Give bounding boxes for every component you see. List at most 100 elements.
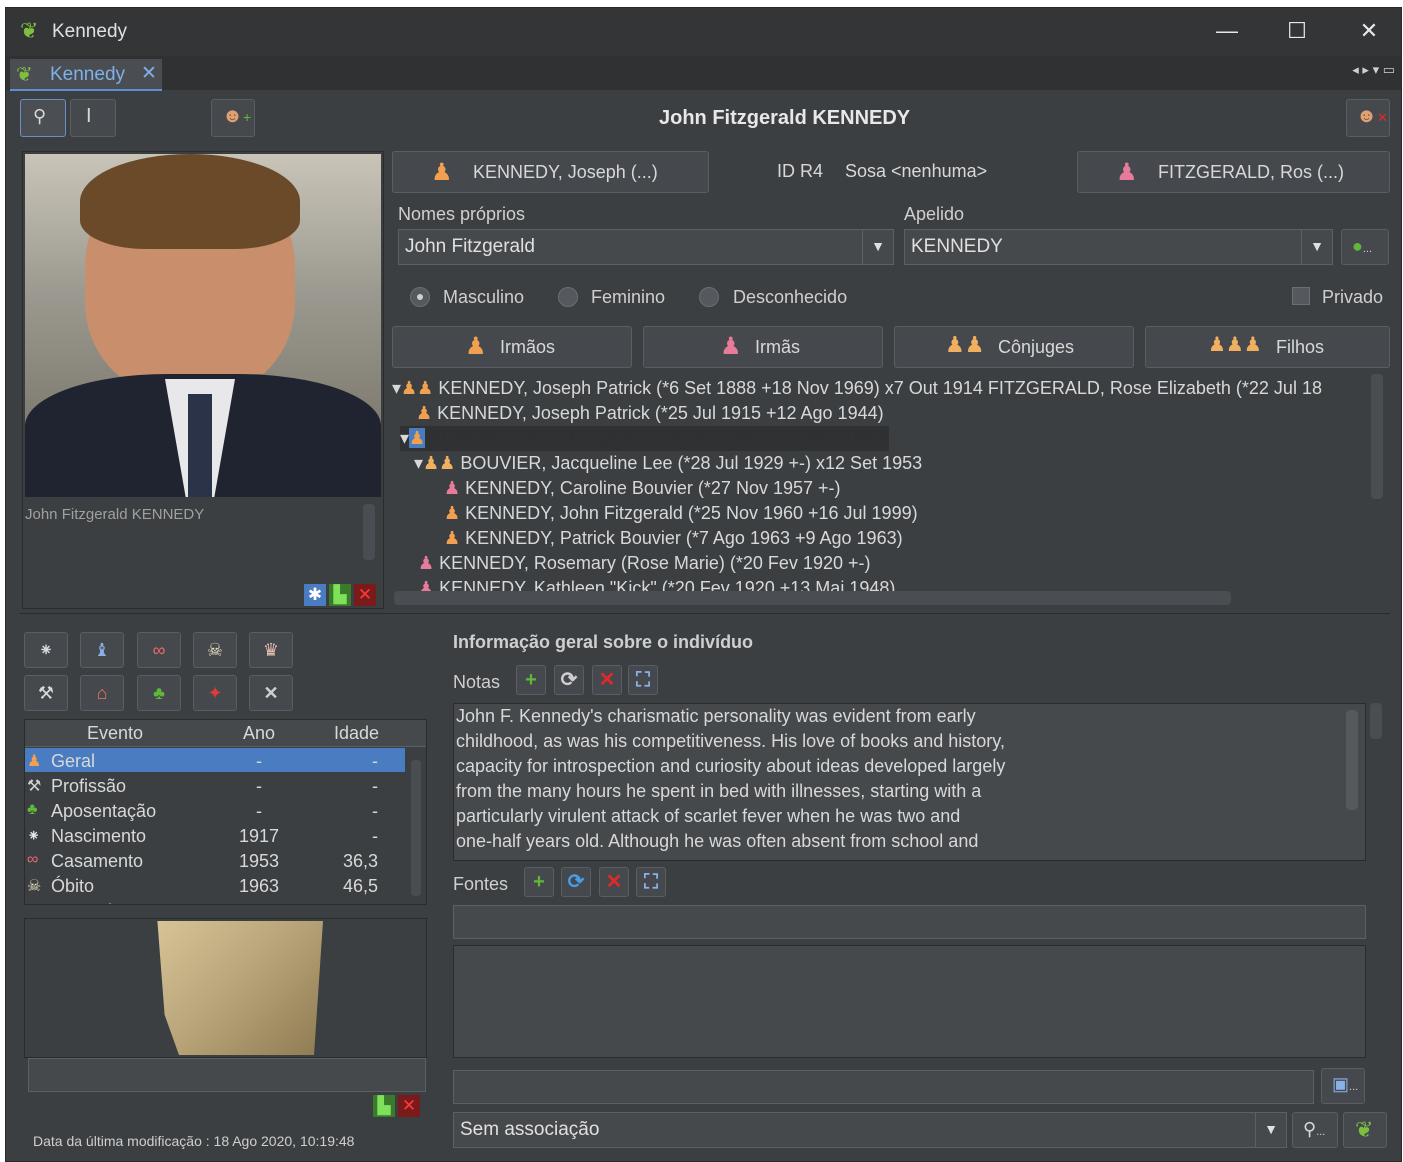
association-link-button[interactable]: ⚲... xyxy=(1292,1112,1338,1148)
table-row[interactable]: ♟ Geral - - xyxy=(25,750,405,775)
collapse-icon[interactable]: ▾ xyxy=(392,378,401,398)
column-event[interactable]: Evento xyxy=(87,723,143,744)
source-text-area[interactable] xyxy=(453,945,1366,1058)
tab-kennedy[interactable]: ❦ Kennedy ✕ xyxy=(10,59,162,91)
delete-source-button[interactable]: ✕ xyxy=(599,867,629,897)
event-name: Nascimento xyxy=(51,826,147,846)
mother-button[interactable]: ♟ FITZGERALD, Ros (...) xyxy=(1077,151,1390,193)
delete-document-icon[interactable]: ✕ xyxy=(398,1095,420,1117)
portrait-photo[interactable] xyxy=(25,154,381,497)
table-row[interactable]: ✝ Funeral 1963 46,5 xyxy=(25,900,405,904)
delete-note-button[interactable]: ✕ xyxy=(592,665,622,695)
tree-view-button[interactable]: ❦ xyxy=(1343,1112,1387,1148)
surname-field[interactable]: KENNEDY ▼ xyxy=(904,229,1333,265)
tree-icon: ❦ xyxy=(16,64,33,86)
link-media-icon[interactable]: ▙ xyxy=(329,584,351,606)
spouses-button[interactable]: ♟♟ Cônjuges xyxy=(894,326,1134,368)
events-scrollbar[interactable] xyxy=(411,760,421,896)
couple-icon: ♟♟ xyxy=(401,378,434,398)
notes-text[interactable]: John F. Kennedy's charismatic personalit… xyxy=(456,704,1005,855)
search-surname-button[interactable]: ●... xyxy=(1341,229,1389,265)
table-row[interactable]: ♣ Aposentação - - xyxy=(25,800,405,825)
expand-note-button[interactable]: ⛶ xyxy=(628,665,658,695)
tree-row[interactable]: ♟ KENNEDY, Joseph Patrick (*25 Jul 1915 … xyxy=(416,401,884,426)
add-event-button[interactable]: ✦ xyxy=(193,675,237,711)
tree-row-selected[interactable]: ▾♟ KENNEDY, John Fitzgerald (*29 Mai 191… xyxy=(400,426,889,451)
splitter-handle[interactable] xyxy=(20,613,1390,622)
add-media-icon[interactable]: ✱ xyxy=(304,584,326,606)
brothers-button[interactable]: ♟ Irmãos xyxy=(392,326,632,368)
notes-area[interactable]: John F. Kennedy's charismatic personalit… xyxy=(453,703,1366,861)
delete-media-icon[interactable]: ✕ xyxy=(354,584,376,606)
source-title-field[interactable] xyxy=(453,905,1366,939)
tool-icon: ⚒ xyxy=(37,683,55,703)
unknown-radio[interactable] xyxy=(699,287,719,307)
document-image[interactable] xyxy=(157,921,323,1055)
view-menu-icon[interactable]: ◂ ▸ ▾ ▭ xyxy=(1352,62,1395,78)
table-row[interactable]: ☠ Óbito 1963 46,5 xyxy=(25,875,405,900)
table-row[interactable]: ⚒ Profissão - - xyxy=(25,775,405,800)
event-name: Funeral xyxy=(51,901,112,904)
refresh-source-button[interactable]: ⟳ xyxy=(561,867,591,897)
event-age: - xyxy=(372,776,378,796)
tree-row[interactable]: ♟ KENNEDY, Rosemary (Rose Marie) (*20 Fe… xyxy=(418,551,870,576)
surname-label: Apelido xyxy=(904,204,965,224)
link-mode-button[interactable]: ⚲ xyxy=(20,99,66,137)
tree-row[interactable]: ♟ KENNEDY, Caroline Bouvier (*27 Nov 195… xyxy=(444,476,841,501)
children-button[interactable]: ♟♟♟ Filhos xyxy=(1145,326,1390,368)
association-dropdown-icon[interactable]: ▼ xyxy=(1255,1113,1286,1147)
add-retirement-button[interactable]: ♣ xyxy=(137,675,181,711)
collapse-icon[interactable]: ▾ xyxy=(400,428,409,448)
tree-row[interactable]: ♟ KENNEDY, John Fitzgerald (*25 Nov 1960… xyxy=(444,501,918,526)
sisters-button[interactable]: ♟ Irmãs xyxy=(643,326,883,368)
link-document-icon[interactable]: ▙ xyxy=(373,1095,395,1117)
association-select[interactable]: Sem associação ▼ xyxy=(453,1112,1287,1148)
refresh-note-button[interactable]: ⟳ xyxy=(554,665,584,695)
collapse-icon[interactable]: ▾ xyxy=(414,453,423,473)
column-year[interactable]: Ano xyxy=(243,723,275,744)
tree-row[interactable]: ▾♟♟ BOUVIER, Jacqueline Lee (*28 Jul 192… xyxy=(414,451,922,476)
source-media-button[interactable]: ▣... xyxy=(1321,1068,1365,1104)
add-note-button[interactable]: + xyxy=(516,665,546,695)
male-radio[interactable] xyxy=(410,287,430,307)
private-checkbox[interactable] xyxy=(1292,287,1310,305)
tree-row[interactable]: ♟ KENNEDY, Patrick Bouvier (*7 Ago 1963 … xyxy=(444,526,903,551)
notes-label: Notas xyxy=(453,672,501,692)
add-birth-button[interactable]: ⁕ xyxy=(24,632,68,668)
expand-source-button[interactable]: ⛶ xyxy=(636,867,666,897)
close-button[interactable]: ✕ xyxy=(1352,16,1386,46)
delete-event-button[interactable]: ✕ xyxy=(249,675,293,711)
female-radio[interactable] xyxy=(558,287,578,307)
minimize-button[interactable]: — xyxy=(1210,16,1244,46)
male-icon: ♟ xyxy=(444,503,461,523)
text-mode-button[interactable]: I xyxy=(70,99,116,137)
surname-dropdown-icon[interactable]: ▼ xyxy=(1301,230,1332,264)
column-age[interactable]: Idade xyxy=(334,723,379,744)
tree-vertical-scrollbar[interactable] xyxy=(1371,374,1383,499)
add-residence-button[interactable]: ⌂ xyxy=(80,675,124,711)
maximize-button[interactable]: ☐ xyxy=(1280,16,1314,46)
details-scrollbar[interactable] xyxy=(1370,703,1382,739)
add-death-button[interactable]: ☠ xyxy=(193,632,237,668)
tree-horizontal-scrollbar[interactable] xyxy=(394,591,1231,605)
table-row[interactable]: ∞ Casamento 1953 36,3 xyxy=(25,850,405,875)
title-bar: ❦ Kennedy — ☐ ✕ xyxy=(6,8,1401,56)
document-caption-field[interactable] xyxy=(28,1058,426,1092)
add-occupation-button[interactable]: ⚒ xyxy=(24,675,68,711)
add-baptism-button[interactable]: ♝ xyxy=(80,632,124,668)
caption-scrollbar[interactable] xyxy=(363,504,375,560)
add-marriage-button[interactable]: ∞ xyxy=(137,632,181,668)
given-names-field[interactable]: John Fitzgerald ▼ xyxy=(398,229,894,265)
father-button[interactable]: ♟ KENNEDY, Joseph (...) xyxy=(392,151,709,193)
add-source-button[interactable]: + xyxy=(524,867,554,897)
table-row[interactable]: ⁕ Nascimento 1917 - xyxy=(25,825,405,850)
add-person-button[interactable]: ☻+ xyxy=(211,99,255,137)
main-window: ❦ Kennedy — ☐ ✕ ❦ Kennedy ✕ ◂ ▸ ▾ ▭ ⚲ I … xyxy=(5,7,1402,1162)
tree-row[interactable]: ▾♟♟ KENNEDY, Joseph Patrick (*6 Set 1888… xyxy=(392,376,1322,401)
given-names-dropdown-icon[interactable]: ▼ xyxy=(862,230,893,264)
source-media-field[interactable] xyxy=(453,1070,1314,1104)
delete-person-button[interactable]: ☻✕ xyxy=(1346,99,1390,137)
add-burial-button[interactable]: ♛ xyxy=(249,632,293,668)
tab-close-icon[interactable]: ✕ xyxy=(141,62,157,85)
notes-scrollbar[interactable] xyxy=(1346,710,1358,810)
